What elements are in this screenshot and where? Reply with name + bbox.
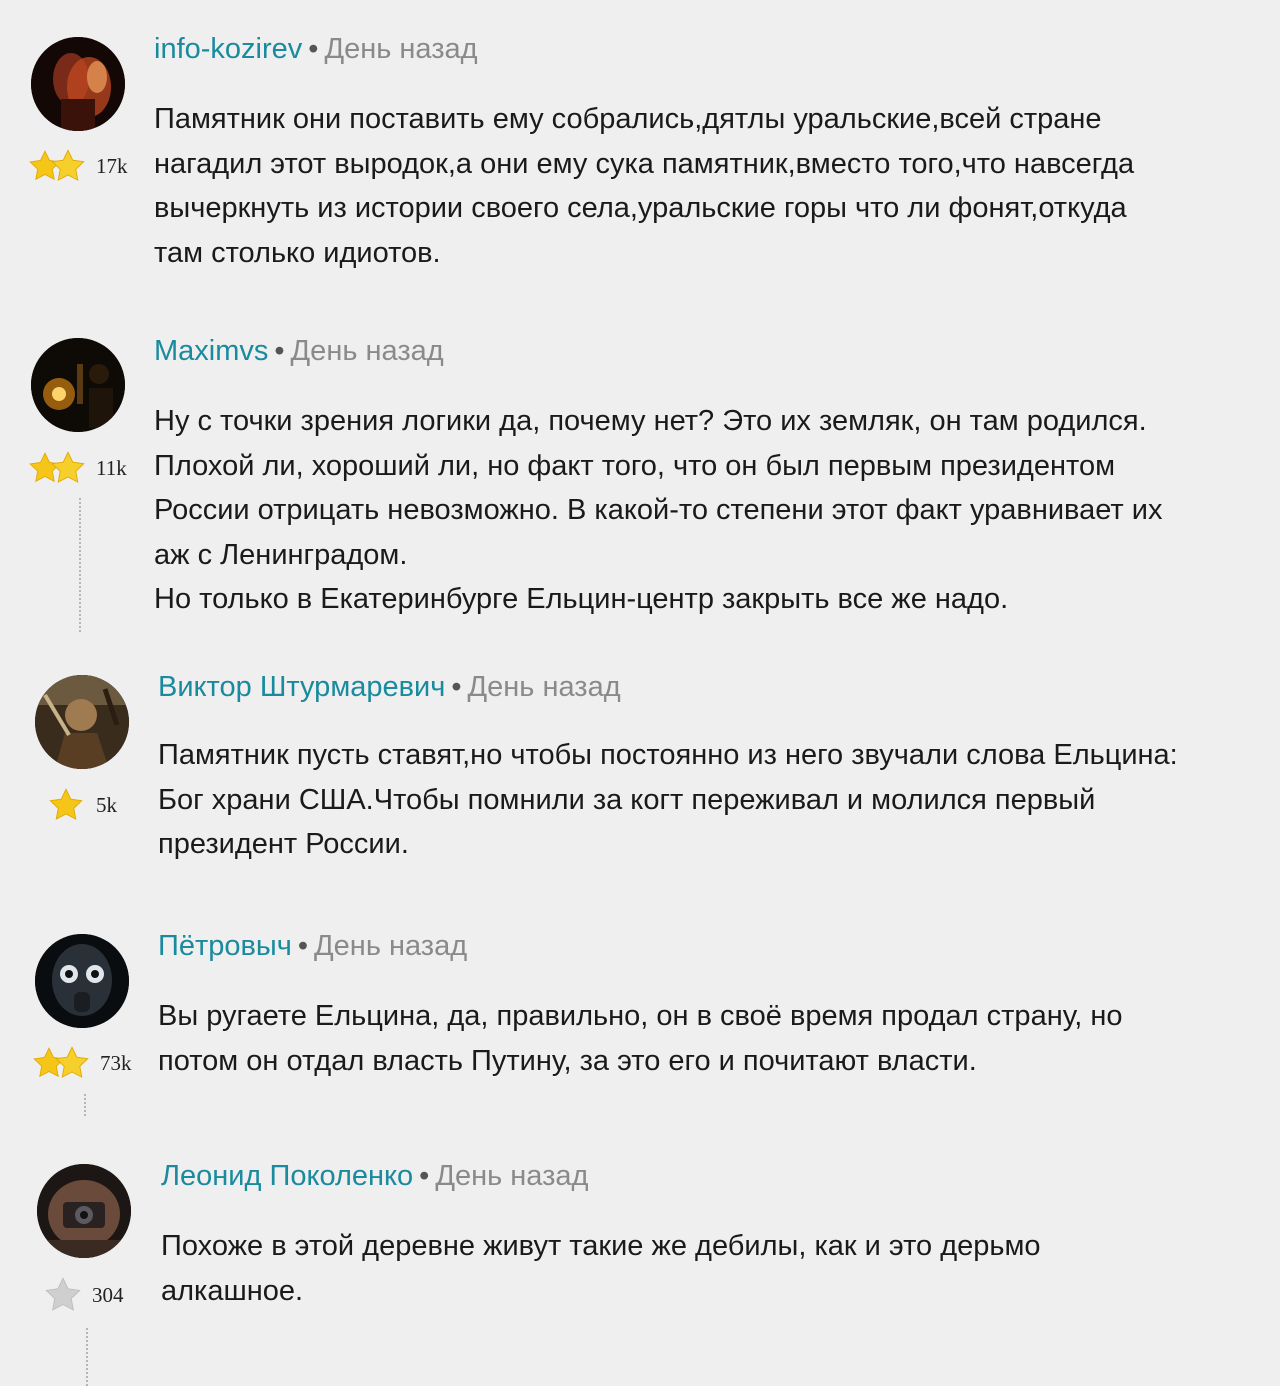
separator-dot: •	[297, 930, 309, 962]
timestamp[interactable]: День назад	[324, 33, 477, 65]
author-link[interactable]: Maximvs	[154, 335, 268, 367]
author-link[interactable]: Виктор Штурмаревич	[158, 671, 445, 703]
double-gold-star-icon	[32, 1043, 92, 1083]
author-link[interactable]: Пётровыч	[158, 930, 292, 962]
rating-score: 5k	[96, 792, 117, 817]
grey-star-icon	[44, 1275, 84, 1315]
comment-header: Пётровыч • День назад	[158, 930, 467, 963]
comment-text: Ну с точки зрения логики да, почему нет?…	[154, 405, 1163, 615]
separator-dot: •	[419, 1160, 430, 1192]
avatar[interactable]	[35, 675, 129, 769]
single-gold-star-icon	[48, 785, 88, 825]
double-gold-star-icon	[28, 146, 88, 186]
avatar[interactable]	[37, 1164, 131, 1258]
timestamp[interactable]: День назад	[314, 930, 467, 962]
avatar-camera-icon	[37, 1164, 131, 1258]
avatar-warrior-icon	[35, 675, 129, 769]
avatar-red-figure-icon	[31, 37, 125, 131]
comment-header: Maximvs • День назад	[154, 335, 444, 368]
thread-line[interactable]	[86, 1328, 88, 1386]
thread-line[interactable]	[84, 1094, 86, 1116]
avatar-dark-lamp-icon	[31, 338, 125, 432]
comment-header: info-kozirev • День назад	[154, 33, 478, 66]
double-gold-star-icon	[28, 448, 88, 488]
comment-text: Памятник пусть ставят,но чтобы постоянно…	[158, 739, 1178, 860]
rating: 5k	[48, 785, 117, 825]
comment-header: Виктор Штурмаревич • День назад	[158, 671, 621, 704]
rating: 11k	[28, 448, 127, 488]
timestamp[interactable]: День назад	[468, 671, 621, 703]
separator-dot: •	[308, 33, 319, 65]
thread-line[interactable]	[79, 498, 81, 632]
comment-text: Похоже в этой деревне живут такие же деб…	[161, 1230, 1041, 1307]
timestamp[interactable]: День назад	[435, 1160, 588, 1192]
comment-header: Леонид Поколенко • День назад	[161, 1160, 588, 1193]
author-link[interactable]: info-kozirev	[154, 33, 302, 65]
author-link[interactable]: Леонид Поколенко	[161, 1160, 413, 1192]
avatar[interactable]	[31, 338, 125, 432]
rating-score: 11k	[96, 455, 127, 480]
avatar[interactable]	[31, 37, 125, 131]
rating-score: 304	[92, 1282, 124, 1307]
rating: 304	[44, 1275, 124, 1315]
avatar-gas-mask-icon	[35, 934, 129, 1028]
rating: 17k	[28, 146, 128, 186]
rating-score: 73k	[100, 1050, 132, 1075]
separator-dot: •	[274, 335, 285, 367]
separator-dot: •	[451, 671, 462, 703]
comment-text: Памятник они поставить ему собрались,дят…	[154, 103, 1135, 269]
rating-score: 17k	[96, 153, 128, 178]
comment-text: Вы ругаете Ельцина, да, правильно, он в …	[158, 1000, 1123, 1077]
avatar[interactable]	[35, 934, 129, 1028]
timestamp[interactable]: День назад	[291, 335, 444, 367]
rating: 73k	[32, 1043, 132, 1083]
